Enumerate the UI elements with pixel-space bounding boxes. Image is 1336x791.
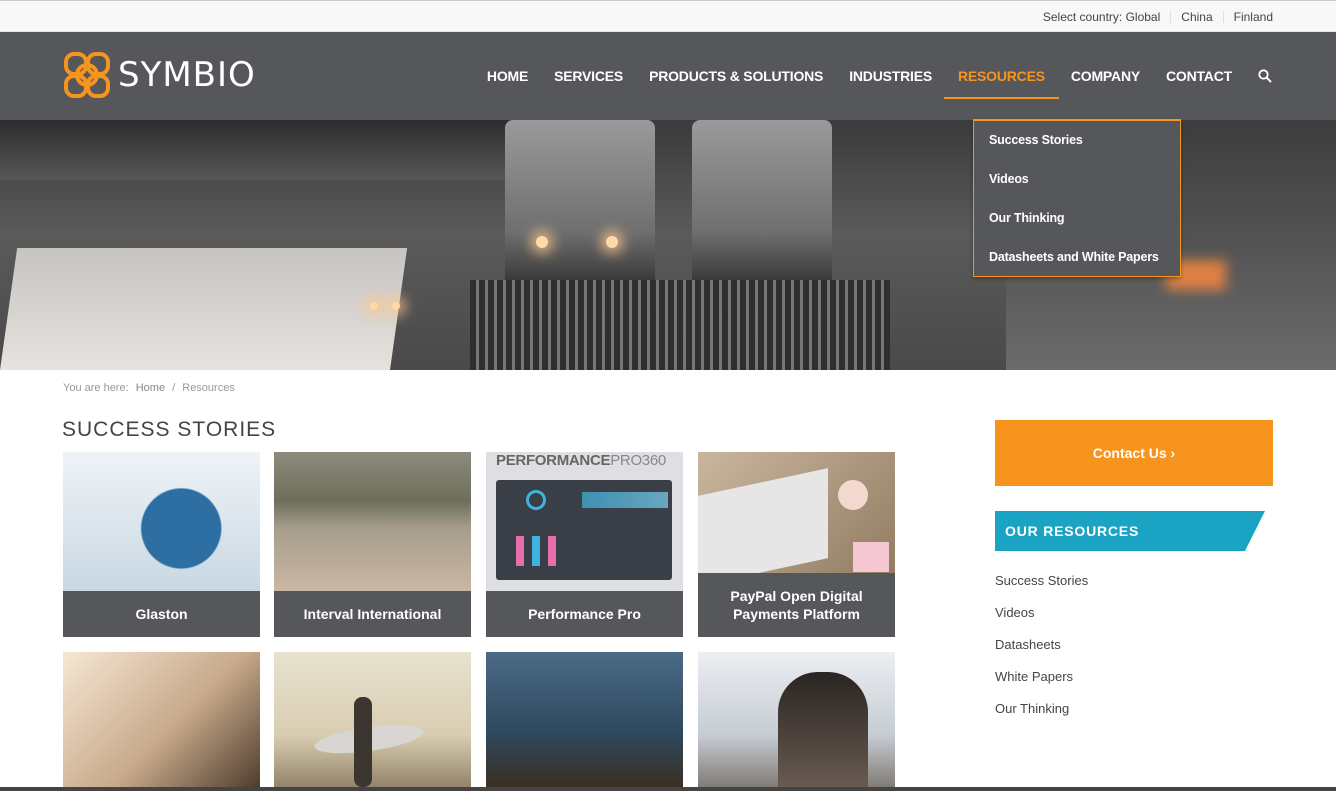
contact-us-button[interactable]: Contact Us › [995,420,1273,486]
woman-shape [778,672,868,791]
hero-train-right [692,120,832,280]
surfer-image [274,652,471,791]
story-card-adidas[interactable] [63,652,260,791]
train-headlight [606,236,618,248]
dashboard-bars [516,536,556,566]
street-light [392,302,400,310]
resource-link-datasheets[interactable]: Datasheets [995,635,1088,667]
story-card-surf[interactable] [274,652,471,791]
resource-link-white-papers[interactable]: White Papers [995,667,1088,699]
page-bottom-edge [0,787,1336,791]
symbio-knot-icon [64,52,110,98]
card-caption: PayPal Open Digital Payments Platform [698,573,895,637]
country-bar: Select country: Global China Finland [0,0,1336,32]
our-resources-title: OUR RESOURCES [1005,523,1140,539]
story-card-glaston[interactable]: Glaston [63,452,260,637]
story-card-woman[interactable] [698,652,895,791]
story-card-performance-pro[interactable]: PERFORMANCEPRO360 Performance Pro [486,452,683,637]
card-caption: Interval International [274,591,471,637]
country-china-link[interactable]: China [1181,10,1212,24]
resource-link-our-thinking[interactable]: Our Thinking [995,699,1088,731]
card-caption: Performance Pro [486,591,683,637]
performance-logo-part: PERFORMANCE [496,452,611,469]
resources-dropdown-menu: Success Stories Videos Our Thinking Data… [973,119,1181,277]
our-resources-banner: OUR RESOURCES [995,511,1265,551]
interval-international-image [274,452,471,591]
industrial-image [486,652,683,791]
page-title: SUCCESS STORIES [62,418,277,441]
paypal-image [698,452,895,591]
performance-pro-image: PERFORMANCEPRO360 [486,452,683,591]
hero-roof [0,120,520,180]
card-caption: Glaston [63,591,260,637]
nav-services[interactable]: SERVICES [554,32,623,120]
dashboard-chart [582,492,668,508]
dropdown-item-success-stories[interactable]: Success Stories [974,131,1180,170]
main-nav: HOME SERVICES PRODUCTS & SOLUTIONS INDUS… [461,32,1272,120]
street-light [370,302,378,310]
search-icon[interactable] [1258,69,1272,83]
breadcrumb-home-link[interactable]: Home [136,382,165,394]
surfer-shape [354,697,372,787]
woman-phone-image [698,652,895,791]
site-header: SYMBIO HOME SERVICES PRODUCTS & SOLUTION… [0,32,1336,120]
breadcrumb: You are here: Home / Resources [63,382,239,394]
story-card-industrial[interactable] [486,652,683,791]
country-selector: Select country: Global China Finland [1043,10,1273,24]
select-country-global-link[interactable]: Select country: Global [1043,10,1160,24]
logo-text: SYMBIO [118,55,256,95]
country-finland-link[interactable]: Finland [1234,10,1273,24]
nav-home[interactable]: HOME [487,32,528,120]
resource-link-videos[interactable]: Videos [995,603,1088,635]
symbio-logo[interactable]: SYMBIO [62,50,256,100]
story-card-interval-international[interactable]: Interval International [274,452,471,637]
performance-logo-part: PRO360 [610,452,666,469]
dropdown-item-datasheets-white-papers[interactable]: Datasheets and White Papers [974,248,1180,287]
nav-resources[interactable]: RESOURCES [944,32,1059,120]
performance-pro-logo: PERFORMANCEPRO360 [496,452,666,469]
separator [1170,11,1172,23]
phone-shape [853,542,889,572]
hero-train-left [505,120,655,280]
breadcrumb-separator: / [172,382,176,394]
dashboard-mockup [496,480,672,580]
glaston-image [63,452,260,591]
resources-list: Success Stories Videos Datasheets White … [995,571,1088,731]
separator [1222,11,1224,23]
adidas-image [63,652,260,791]
nav-industries[interactable]: INDUSTRIES [849,32,932,120]
dropdown-item-our-thinking[interactable]: Our Thinking [974,209,1180,248]
cup-shape [838,480,868,510]
hero-track [470,280,890,370]
train-headlight [536,236,548,248]
story-card-paypal[interactable]: PayPal Open Digital Payments Platform [698,452,895,637]
nav-company[interactable]: COMPANY [1071,32,1140,120]
nav-contact[interactable]: CONTACT [1166,32,1232,120]
breadcrumb-prefix: You are here: [63,382,129,394]
dropdown-item-videos[interactable]: Videos [974,170,1180,209]
laptop-shape [698,468,828,586]
breadcrumb-current: Resources [182,382,235,394]
dashboard-gauge [526,490,546,510]
resource-link-success-stories[interactable]: Success Stories [995,571,1088,603]
nav-products-solutions[interactable]: PRODUCTS & SOLUTIONS [649,32,823,120]
hero-platform [0,248,408,370]
